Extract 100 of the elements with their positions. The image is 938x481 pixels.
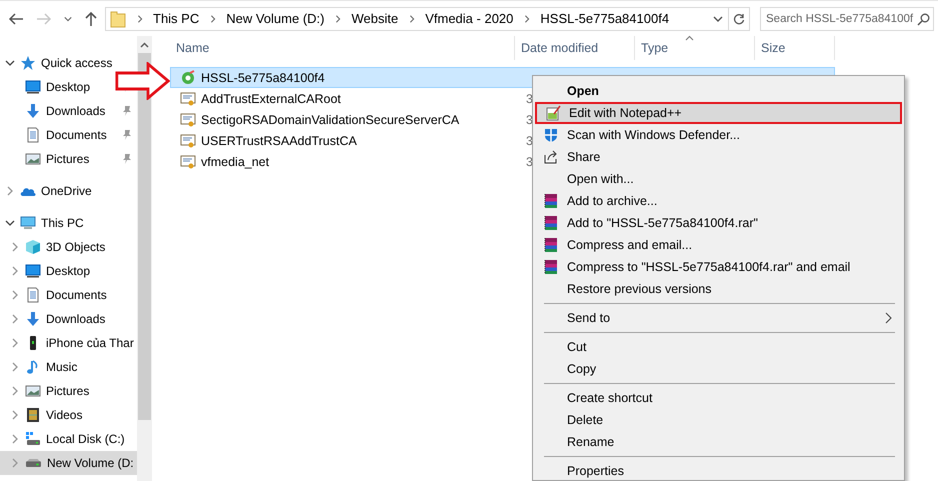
sidebar-item[interactable]: OneDrive — [0, 179, 93, 203]
certificate-icon — [180, 132, 196, 148]
menu-item[interactable]: Add to "HSSL-5e775a84100f4.rar" — [535, 212, 902, 234]
menu-item[interactable]: Add to archive... — [535, 190, 902, 212]
menu-item[interactable]: Copy — [535, 358, 902, 380]
picture-icon — [25, 151, 41, 167]
down-arrow-icon — [25, 311, 41, 327]
pin-icon[interactable] — [122, 129, 132, 141]
file-name: vfmedia_net — [201, 154, 270, 168]
menu-item[interactable]: Rename — [535, 431, 902, 453]
date-modified-cell: 3 — [526, 112, 533, 126]
breadcrumb[interactable]: Website — [351, 11, 398, 26]
column-header[interactable]: Date modified — [515, 36, 635, 60]
menu-item[interactable]: Delete — [535, 409, 902, 431]
film-icon — [25, 407, 41, 423]
menu-item[interactable]: Open with... — [535, 168, 902, 190]
sidebar-item[interactable]: New Volume (D: — [0, 451, 137, 475]
sidebar-item[interactable]: Documents — [0, 283, 108, 307]
certificate-icon — [180, 112, 196, 128]
up-arrow-icon[interactable] — [84, 10, 98, 26]
column-header[interactable]: Size — [755, 36, 835, 60]
file-name: USERTrustRSAAddTrustCA — [201, 134, 358, 148]
archive-books-icon — [543, 259, 559, 275]
forward-icon[interactable] — [36, 12, 52, 26]
breadcrumb[interactable]: This PC — [153, 11, 200, 26]
pin-icon[interactable] — [122, 105, 132, 117]
menu-item[interactable]: Edit with Notepad++ — [535, 102, 902, 124]
document-icon — [25, 287, 41, 303]
address-bar[interactable]: This PC New Volume (D:) Website Vfmedia - 2020 HSSL-5e775a84100f4 — [105, 6, 750, 30]
menu-item[interactable]: Send to — [535, 307, 902, 329]
computer-icon — [20, 215, 36, 231]
archive-books-icon — [543, 193, 559, 209]
date-modified-cell: 3 — [526, 134, 533, 148]
sidebar-item[interactable]: Downloads — [0, 99, 106, 123]
dropdown-caret-icon[interactable] — [713, 14, 723, 24]
sidebar-item[interactable]: This PC — [0, 211, 85, 235]
file-name: AddTrustExternalCARoot — [201, 92, 342, 106]
dropdown-caret-icon[interactable] — [64, 14, 72, 22]
document-icon — [25, 127, 41, 143]
menu-item[interactable]: Create shortcut — [535, 387, 902, 409]
sidebar-item[interactable]: Local Disk (C:) — [0, 427, 126, 451]
down-arrow-icon — [25, 103, 41, 119]
file-name: HSSL-5e775a84100f4 — [201, 70, 326, 84]
search-icon — [917, 12, 930, 26]
menu-item[interactable]: Properties — [535, 460, 902, 480]
archive-books-icon — [543, 237, 559, 253]
sidebar-item[interactable]: Music — [0, 355, 78, 379]
refresh-icon[interactable] — [733, 12, 745, 24]
chevron-icon — [209, 14, 218, 22]
date-modified-cell: 3 — [526, 92, 533, 106]
certificate-icon — [180, 90, 196, 106]
archive-books-icon — [543, 215, 559, 231]
chevron-icon — [523, 14, 532, 22]
breadcrumb[interactable]: Vfmedia - 2020 — [425, 11, 514, 26]
certificate-icon — [180, 154, 196, 170]
notepad-icon — [545, 105, 561, 121]
menu-item[interactable]: Compress and email... — [535, 234, 902, 256]
sidebar-item[interactable]: Documents — [0, 123, 108, 147]
scrollbar[interactable] — [137, 36, 152, 481]
drive-icon — [25, 431, 41, 447]
back-icon[interactable] — [8, 12, 24, 26]
menu-item[interactable]: Scan with Windows Defender... — [535, 124, 902, 146]
cube-icon — [25, 239, 41, 255]
star-icon — [20, 55, 36, 71]
breadcrumb[interactable]: New Volume (D:) — [226, 11, 324, 26]
sidebar-item[interactable]: iPhone của Thar — [0, 331, 135, 355]
sidebar-item[interactable]: Desktop — [0, 75, 92, 99]
chevron-icon — [136, 14, 144, 22]
picture-icon — [25, 383, 41, 399]
chevron-icon[interactable] — [5, 218, 15, 228]
search-field[interactable]: Search HSSL-5e775a84100f — [760, 6, 934, 30]
column-header[interactable]: Name — [170, 36, 515, 60]
monitor-icon — [25, 79, 41, 95]
date-modified-cell: 3 — [526, 154, 533, 168]
monitor-icon — [25, 263, 41, 279]
folder-icon — [110, 10, 126, 28]
chevron-icon — [408, 14, 416, 22]
sidebar-item[interactable]: Desktop — [0, 259, 92, 283]
menu-item[interactable]: Cut — [535, 336, 902, 358]
sidebar-item[interactable]: Pictures — [0, 147, 90, 171]
pin-icon[interactable] — [122, 153, 132, 165]
breadcrumb[interactable]: HSSL-5e775a84100f4 — [540, 11, 670, 26]
file-name: SectigoRSADomainValidationSecureServerCA — [201, 112, 460, 126]
key-file-icon — [180, 70, 196, 86]
scroll-up-icon[interactable] — [140, 42, 149, 48]
menu-item[interactable]: Share — [535, 146, 902, 168]
share-icon — [543, 149, 559, 165]
drive-icon — [26, 458, 41, 468]
scrollbar-thumb[interactable] — [138, 53, 151, 420]
menu-item[interactable]: Compress to "HSSL-5e775a84100f4.rar" and email — [535, 256, 902, 278]
chevron-icon — [334, 14, 342, 22]
sidebar-item[interactable]: 3D Objects — [0, 235, 106, 259]
shield-icon — [543, 127, 559, 143]
sidebar-item[interactable]: Pictures — [0, 379, 90, 403]
sidebar-item[interactable]: Quick access — [0, 51, 114, 75]
column-header[interactable]: Type — [635, 36, 755, 60]
chevron-icon[interactable] — [5, 58, 15, 68]
menu-item[interactable]: Restore previous versions — [535, 278, 902, 300]
sidebar-item[interactable]: Downloads — [0, 307, 106, 331]
sidebar-item[interactable]: Videos — [0, 403, 84, 427]
